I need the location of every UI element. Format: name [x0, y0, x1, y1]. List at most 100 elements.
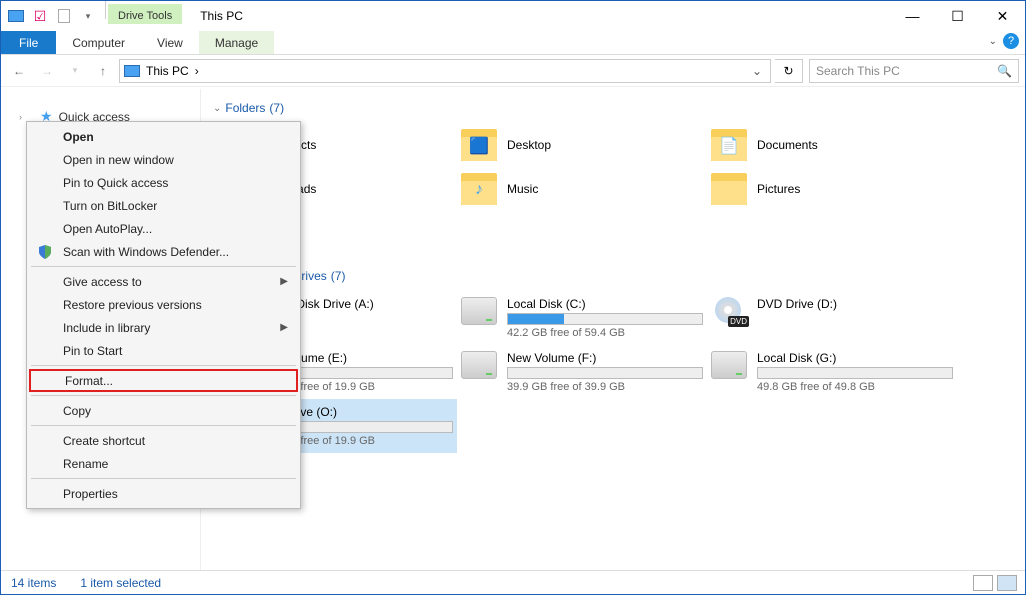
view-tab[interactable]: View: [141, 31, 199, 54]
drive-item[interactable]: Local Disk (C:) 42.2 GB free of 59.4 GB: [457, 291, 707, 345]
search-input[interactable]: Search This PC 🔍: [809, 59, 1019, 83]
address-bar[interactable]: This PC › ⌄: [119, 59, 771, 83]
folder-item[interactable]: 📄 Documents: [707, 123, 957, 167]
drive-icon: [461, 297, 497, 325]
chevron-down-icon: ⌄: [213, 103, 221, 114]
pc-icon: [124, 65, 140, 77]
details-view-button[interactable]: [973, 575, 993, 591]
qat-dropdown-icon[interactable]: ▾: [77, 5, 99, 27]
breadcrumb-arrow-icon[interactable]: ›: [195, 64, 199, 78]
folder-icon: ♪: [461, 173, 497, 205]
menu-item-label: Turn on BitLocker: [63, 199, 157, 213]
close-button[interactable]: ✕: [980, 1, 1025, 31]
maximize-button[interactable]: ☐: [935, 1, 980, 31]
quick-access-toolbar: ☑ ▾: [1, 1, 103, 31]
folders-header[interactable]: ⌄ Folders (7): [207, 97, 1019, 123]
folder-label: Documents: [757, 138, 818, 152]
breadcrumb-root[interactable]: This PC: [146, 64, 189, 78]
context-menu-item[interactable]: Turn on BitLocker: [29, 194, 298, 217]
menu-item-label: Pin to Quick access: [63, 176, 168, 190]
drive-label: Local Disk (C:): [507, 297, 703, 313]
status-bar: 14 items 1 item selected: [1, 570, 1025, 594]
folder-item[interactable]: ♪ Music: [457, 167, 707, 211]
doc-icon[interactable]: [53, 5, 75, 27]
context-menu-item[interactable]: Rename: [29, 452, 298, 475]
recent-dropdown-icon[interactable]: ▾: [63, 59, 87, 83]
folder-item[interactable]: Pictures: [707, 167, 957, 211]
computer-tab[interactable]: Computer: [56, 31, 141, 54]
drive-label: Local Disk (G:): [757, 351, 953, 367]
chevron-right-icon: ›: [19, 112, 22, 122]
contextual-tab-label: Drive Tools: [108, 4, 182, 24]
drive-item[interactable]: DVDDVD Drive (D:): [707, 291, 957, 345]
status-item-count: 14 items: [11, 576, 56, 590]
menu-item-label: Create shortcut: [63, 434, 145, 448]
context-menu-item[interactable]: Create shortcut: [29, 429, 298, 452]
props-icon[interactable]: ☑: [29, 5, 51, 27]
folder-icon: [711, 173, 747, 205]
drive-label: DVD Drive (D:): [757, 297, 953, 313]
context-menu-item[interactable]: Copy: [29, 399, 298, 422]
shield-icon: [37, 244, 53, 260]
help-icon[interactable]: ?: [1003, 33, 1019, 49]
menu-item-label: Scan with Windows Defender...: [63, 245, 229, 259]
drive-label: New Volume (F:): [507, 351, 703, 367]
pc-icon[interactable]: [5, 5, 27, 27]
submenu-arrow-icon: ▶: [280, 276, 288, 287]
menu-item-label: Copy: [63, 404, 91, 418]
manage-tab[interactable]: Manage: [199, 31, 274, 54]
context-menu-item[interactable]: Scan with Windows Defender...: [29, 240, 298, 263]
capacity-bar: [507, 367, 703, 379]
context-menu-item[interactable]: Properties: [29, 482, 298, 505]
capacity-bar: [757, 367, 953, 379]
context-menu-item[interactable]: Open: [29, 125, 298, 148]
folder-label: Pictures: [757, 182, 800, 196]
drive-icon: [461, 351, 497, 379]
menu-item-label: Open in new window: [63, 153, 174, 167]
search-icon: 🔍: [997, 64, 1012, 78]
free-space-label: 42.2 GB free of 59.4 GB: [507, 327, 703, 339]
menu-item-label: Format...: [65, 374, 113, 388]
address-dropdown-icon[interactable]: ⌄: [748, 64, 766, 78]
drive-item[interactable]: Local Disk (G:) 49.8 GB free of 49.8 GB: [707, 345, 957, 399]
menu-item-label: Include in library: [63, 321, 150, 335]
menu-item-label: Open AutoPlay...: [63, 222, 152, 236]
ribbon-collapse-icon[interactable]: ⌄: [989, 36, 997, 47]
context-menu-item[interactable]: Give access to ▶: [29, 270, 298, 293]
window-title: This PC: [182, 1, 243, 31]
content-pane: ⌄ Folders (7) ▲3D Objects🟦Desktop📄Docume…: [201, 89, 1025, 570]
submenu-arrow-icon: ▶: [280, 322, 288, 333]
context-menu: Open Open in new window Pin to Quick acces…: [26, 121, 301, 509]
context-menu-item[interactable]: Restore previous versions: [29, 293, 298, 316]
menu-item-label: Rename: [63, 457, 108, 471]
context-menu-item[interactable]: Include in library ▶: [29, 316, 298, 339]
menu-item-label: Give access to: [63, 275, 142, 289]
free-space-label: 39.9 GB free of 39.9 GB: [507, 381, 703, 393]
refresh-button[interactable]: ↻: [775, 59, 803, 83]
drives-header[interactable]: ⌄ Devices and drives (7): [207, 265, 1019, 291]
drive-item[interactable]: New Volume (F:) 39.9 GB free of 39.9 GB: [457, 345, 707, 399]
back-button[interactable]: ←: [7, 59, 31, 83]
menu-item-label: Restore previous versions: [63, 298, 202, 312]
context-menu-item[interactable]: Format...: [29, 369, 298, 392]
minimize-button[interactable]: —: [890, 1, 935, 31]
context-menu-item[interactable]: Open AutoPlay...: [29, 217, 298, 240]
folder-label: Music: [507, 182, 538, 196]
ribbon-tabs: File Computer View Manage ⌄ ?: [1, 31, 1025, 55]
file-tab[interactable]: File: [1, 31, 56, 54]
status-selected-count: 1 item selected: [80, 576, 161, 590]
menu-item-label: Properties: [63, 487, 118, 501]
title-bar: ☑ ▾ Drive Tools This PC — ☐ ✕: [1, 1, 1025, 31]
tiles-view-button[interactable]: [997, 575, 1017, 591]
forward-button[interactable]: →: [35, 59, 59, 83]
capacity-bar: [507, 313, 703, 325]
folder-icon: 📄: [711, 129, 747, 161]
nav-bar: ← → ▾ ↑ This PC › ⌄ ↻ Search This PC 🔍: [1, 55, 1025, 87]
folder-item[interactable]: 🟦Desktop: [457, 123, 707, 167]
free-space-label: 49.8 GB free of 49.8 GB: [757, 381, 953, 393]
menu-item-label: Pin to Start: [63, 344, 122, 358]
context-menu-item[interactable]: Pin to Start: [29, 339, 298, 362]
context-menu-item[interactable]: Open in new window: [29, 148, 298, 171]
up-button[interactable]: ↑: [91, 59, 115, 83]
context-menu-item[interactable]: Pin to Quick access: [29, 171, 298, 194]
